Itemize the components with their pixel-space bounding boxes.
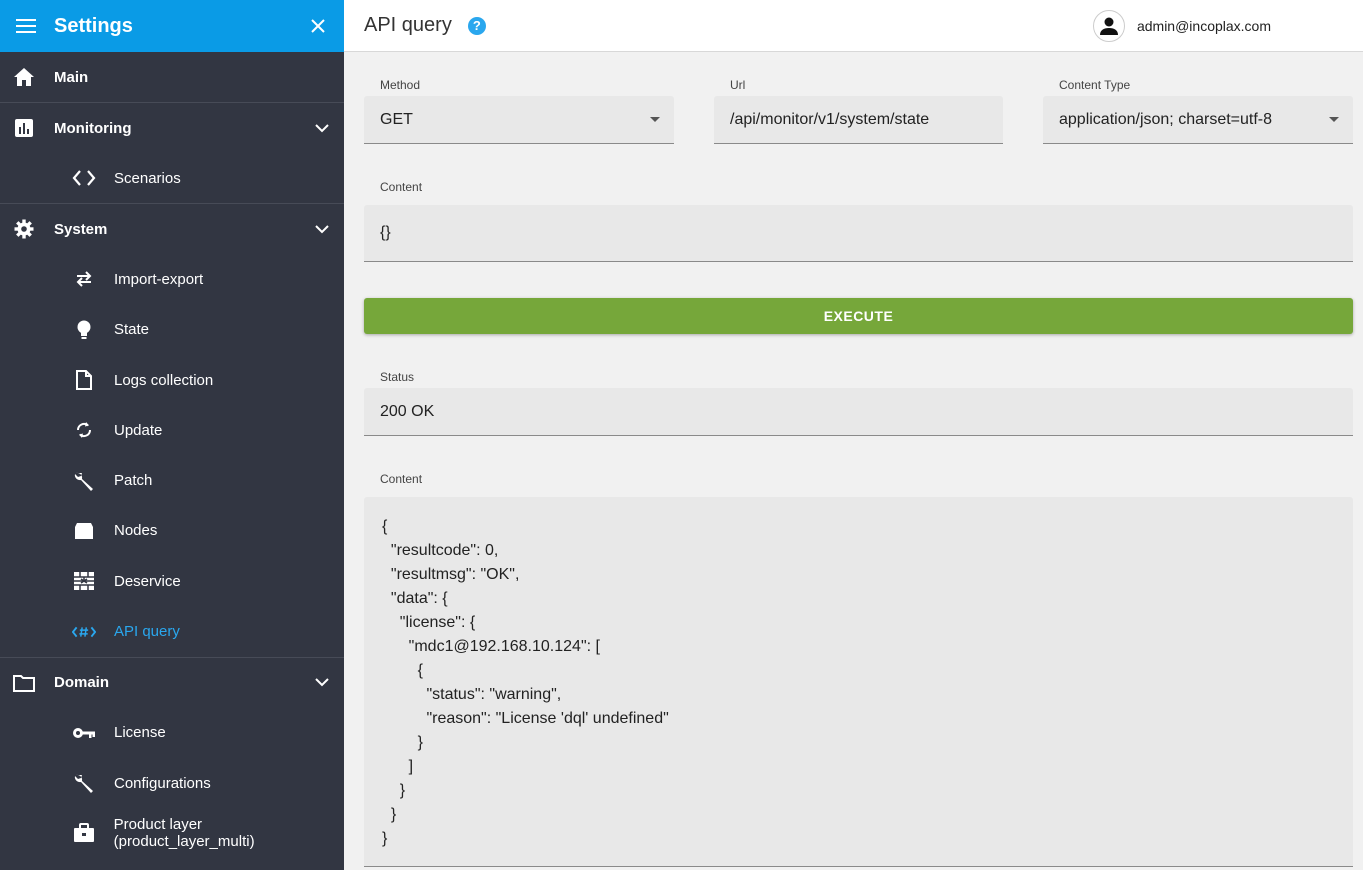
sidebar-item-label: Logs collection bbox=[114, 371, 214, 389]
wrench-icon bbox=[72, 771, 96, 795]
content-type-label: Content Type bbox=[1059, 78, 1131, 92]
chevron-down-icon[interactable] bbox=[310, 116, 334, 140]
code-brackets-icon bbox=[72, 166, 96, 190]
sidebar-item-label: API query bbox=[114, 623, 180, 641]
sidebar-group-label: Domain bbox=[54, 674, 110, 692]
wrench-icon bbox=[72, 469, 96, 493]
content-type-value: application/json; charset=utf-8 bbox=[1059, 110, 1273, 128]
sidebar-item-configurations[interactable]: Configurations bbox=[0, 758, 344, 808]
sidebar-group-system[interactable]: System bbox=[0, 204, 344, 254]
sidebar-item-label: Update bbox=[114, 421, 163, 439]
chevron-down-icon[interactable] bbox=[310, 671, 334, 695]
response-content-label: Content bbox=[380, 472, 423, 486]
sidebar-group-domain[interactable]: Domain bbox=[0, 658, 344, 708]
execute-button[interactable]: EXECUTE bbox=[364, 298, 1353, 334]
url-label: Url bbox=[730, 78, 746, 92]
key-icon bbox=[72, 721, 96, 745]
sidebar-item-label: License bbox=[114, 724, 166, 742]
sidebar: Settings Main Monitoring Scenarios Syste… bbox=[0, 0, 344, 870]
hamburger-menu-icon[interactable] bbox=[14, 14, 38, 38]
bar-chart-icon bbox=[12, 116, 36, 140]
page-title: API query bbox=[364, 14, 452, 36]
dropdown-arrow-icon bbox=[1329, 116, 1339, 122]
sidebar-item-label: Patch bbox=[114, 472, 153, 490]
sidebar-item-product-layer[interactable]: Product layer (product_layer_multi) bbox=[0, 808, 344, 858]
gear-icon bbox=[12, 217, 36, 241]
status-label: Status bbox=[380, 370, 415, 384]
sidebar-item-import-export[interactable]: Import-export bbox=[0, 254, 344, 304]
sidebar-item-deservice[interactable]: Deservice bbox=[0, 556, 344, 606]
content-type-select[interactable]: application/json; charset=utf-8 bbox=[1043, 96, 1353, 144]
url-value: /api/monitor/v1/system/state bbox=[730, 110, 930, 128]
status-value: 200 OK bbox=[380, 402, 435, 420]
sidebar-item-label: Scenarios bbox=[114, 169, 181, 187]
user-email[interactable]: admin@incoplax.com bbox=[1137, 18, 1271, 34]
method-label: Method bbox=[380, 78, 421, 92]
sidebar-item-scenarios[interactable]: Scenarios bbox=[0, 153, 344, 203]
sidebar-item-update[interactable]: Update bbox=[0, 405, 344, 455]
folder-icon bbox=[12, 671, 36, 695]
sidebar-item-label: Product layer (product_layer_multi) bbox=[113, 816, 255, 851]
sidebar-title: Settings bbox=[54, 14, 133, 37]
url-input[interactable]: /api/monitor/v1/system/state bbox=[714, 96, 1003, 144]
sidebar-section-monitoring: Monitoring Scenarios bbox=[0, 103, 344, 205]
sidebar-group-monitoring[interactable]: Monitoring bbox=[0, 103, 344, 153]
content-textarea[interactable]: {} bbox=[364, 205, 1353, 262]
sidebar-item-api-query[interactable]: API query bbox=[0, 606, 344, 656]
sidebar-item-label: Import-export bbox=[114, 270, 204, 288]
firewall-icon bbox=[72, 569, 96, 593]
content-label: Content bbox=[380, 180, 423, 194]
sidebar-group-label: System bbox=[54, 220, 108, 238]
sidebar-header: Settings bbox=[0, 0, 344, 52]
help-icon[interactable]: ? bbox=[467, 16, 486, 35]
top-bar: API query ? admin@incoplax.com bbox=[344, 0, 1363, 52]
sidebar-item-label: Configurations bbox=[114, 774, 211, 792]
response-json: { "resultcode": 0, "resultmsg": "OK", "d… bbox=[382, 518, 669, 847]
content-value: {} bbox=[380, 224, 391, 241]
sidebar-item-main[interactable]: Main bbox=[0, 52, 344, 102]
method-select[interactable]: GET bbox=[364, 96, 674, 144]
sidebar-group-label: Monitoring bbox=[54, 119, 132, 137]
sidebar-item-patch[interactable]: Patch bbox=[0, 455, 344, 505]
home-icon bbox=[12, 65, 36, 89]
sidebar-section-system: System Import-export State Logs collecti… bbox=[0, 204, 344, 658]
sidebar-item-license[interactable]: License bbox=[0, 708, 344, 758]
document-icon bbox=[72, 368, 96, 392]
sidebar-item-nodes[interactable]: Nodes bbox=[0, 506, 344, 556]
box-icon bbox=[72, 519, 96, 543]
status-field[interactable]: 200 OK bbox=[364, 388, 1353, 436]
main-content: Method GET Url /api/monitor/v1/system/st… bbox=[344, 53, 1363, 870]
dropdown-arrow-icon bbox=[650, 116, 660, 122]
briefcase-icon bbox=[72, 821, 96, 845]
chevron-down-icon[interactable] bbox=[310, 217, 334, 241]
method-value: GET bbox=[380, 110, 413, 128]
sidebar-item-label: State bbox=[114, 321, 150, 339]
sidebar-section-domain: Domain License Configurations Product la… bbox=[0, 658, 344, 859]
sidebar-item-state[interactable]: State bbox=[0, 305, 344, 355]
sidebar-section-main: Main bbox=[0, 52, 344, 103]
sidebar-item-label: Deservice bbox=[114, 572, 181, 590]
api-hash-icon bbox=[72, 620, 96, 644]
avatar[interactable] bbox=[1092, 9, 1125, 42]
response-content-area[interactable]: { "resultcode": 0, "resultmsg": "OK", "d… bbox=[364, 497, 1353, 867]
sidebar-item-label: Nodes bbox=[114, 522, 158, 540]
sync-icon bbox=[72, 418, 96, 442]
lightbulb-icon bbox=[72, 318, 96, 342]
swap-arrows-icon bbox=[72, 267, 96, 291]
sidebar-item-label: Main bbox=[54, 68, 89, 86]
close-icon[interactable] bbox=[306, 14, 330, 38]
sidebar-item-logs-collection[interactable]: Logs collection bbox=[0, 355, 344, 405]
